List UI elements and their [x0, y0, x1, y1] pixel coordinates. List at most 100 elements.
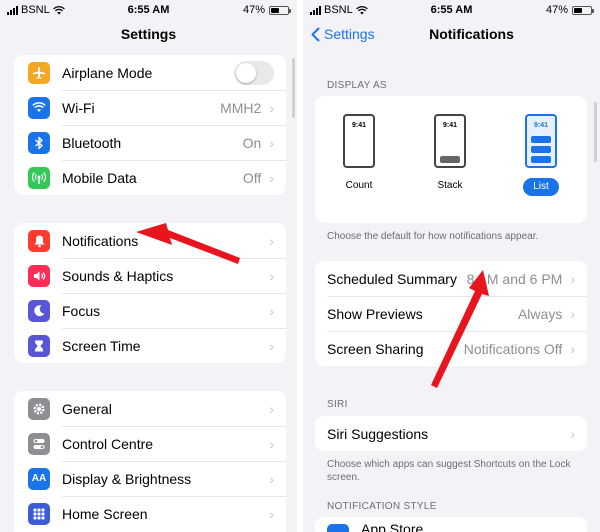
- chevron-right-icon: ›: [269, 435, 274, 452]
- battery-icon: [269, 5, 291, 15]
- row-label: Display & Brightness: [62, 470, 192, 487]
- siri-suggestions-row[interactable]: Siri Suggestions ›: [315, 416, 587, 451]
- siri-header: SIRI: [327, 399, 348, 410]
- notification-row-show-previews[interactable]: Show Previews Always ›: [315, 296, 587, 331]
- chevron-right-icon: ›: [570, 425, 575, 442]
- stack-notification-bar: [440, 156, 460, 163]
- row-label: Wi-Fi: [62, 99, 95, 116]
- pane-divider: [297, 0, 303, 532]
- notification-row-scheduled-summary[interactable]: Scheduled Summary 8 AM and 6 PM ›: [315, 261, 587, 296]
- chevron-right-icon: ›: [269, 470, 274, 487]
- antenna-icon: [28, 166, 50, 189]
- settings-row-notifications[interactable]: Notifications ›: [14, 223, 286, 258]
- phone-time: 9:41: [351, 122, 366, 129]
- row-label: Airplane Mode: [62, 64, 153, 81]
- notifications-screen: BSNL 6:55 AM 47% Settings Notifications …: [303, 0, 600, 532]
- row-label: General: [62, 400, 112, 417]
- airplane-mode-toggle[interactable]: [234, 60, 274, 85]
- row-label: Screen Sharing: [327, 340, 424, 357]
- chevron-right-icon: ›: [570, 270, 575, 287]
- settings-row-screen-time[interactable]: Screen Time ›: [14, 328, 286, 363]
- row-value: Always: [517, 305, 563, 322]
- row-label: Siri Suggestions: [327, 425, 429, 442]
- moon-icon: [28, 299, 50, 322]
- display-as-header: DISPLAY AS: [327, 80, 387, 91]
- option-label-count: Count: [345, 180, 373, 191]
- chevron-right-icon: ›: [269, 99, 274, 116]
- battery-indicator: 47%: [545, 4, 594, 16]
- battery-fill: [271, 7, 280, 13]
- general-group: General › Control Centre › AA Display & Brigh…: [14, 391, 286, 532]
- display-as-picker: 9:41 Count 9:41 Stack 9:41 List: [315, 96, 587, 223]
- settings-row-wi-fi[interactable]: Wi-Fi MMH2 ›: [14, 90, 286, 125]
- settings-row-focus[interactable]: Focus ›: [14, 293, 286, 328]
- list-phone-preview: 9:41: [525, 114, 557, 168]
- row-value: Off: [242, 169, 262, 186]
- airplane-icon: [28, 61, 50, 84]
- settings-row-general[interactable]: General ›: [14, 391, 286, 426]
- row-label: Scheduled Summary: [327, 270, 457, 287]
- option-label-stack: Stack: [437, 180, 463, 191]
- page-title: Notifications: [429, 26, 514, 42]
- phone-time: 9:41: [442, 122, 457, 129]
- chevron-right-icon: ›: [269, 267, 274, 284]
- row-label: Focus: [62, 302, 101, 319]
- row-label: Notifications: [62, 232, 139, 249]
- settings-screen: BSNL 6:55 AM 47% Settings Airplane Mode W…: [0, 0, 297, 532]
- switches-icon: [28, 432, 50, 455]
- battery-indicator: 47%: [243, 4, 291, 16]
- connectivity-group: Airplane Mode Wi-Fi MMH2 › Bluetooth On › Mobil…: [14, 55, 286, 195]
- row-value: 8 AM and 6 PM: [466, 270, 563, 287]
- list-notification-bar: [531, 136, 551, 143]
- chevron-left-icon: [311, 27, 320, 41]
- app-list-group: App Store: [315, 517, 587, 532]
- page-title: Settings: [120, 26, 177, 42]
- text-size-icon: AA: [28, 467, 50, 490]
- settings-row-home-screen[interactable]: Home Screen ›: [14, 496, 286, 531]
- siri-footnote: Choose which apps can suggest Shortcuts …: [327, 459, 571, 483]
- settings-row-mobile-data[interactable]: Mobile Data Off ›: [14, 160, 286, 195]
- app-row[interactable]: App Store: [315, 517, 587, 532]
- chevron-right-icon: ›: [570, 340, 575, 357]
- chevron-right-icon: ›: [269, 400, 274, 417]
- settings-row-control-centre[interactable]: Control Centre ›: [14, 426, 286, 461]
- chevron-right-icon: ›: [269, 232, 274, 249]
- row-label: Control Centre: [62, 435, 154, 452]
- grid-icon: [28, 502, 50, 525]
- hourglass-icon: [28, 334, 50, 357]
- battery-icon: [572, 5, 594, 15]
- row-label: Sounds & Haptics: [62, 267, 174, 284]
- list-notification-bar: [531, 146, 551, 153]
- display-footnote: Choose the default for how notifications…: [327, 231, 539, 242]
- chevron-right-icon: ›: [269, 337, 274, 354]
- chevron-right-icon: ›: [269, 302, 274, 319]
- status-bar: BSNL 6:55 AM 47%: [303, 0, 600, 20]
- chevron-right-icon: ›: [269, 169, 274, 186]
- row-label: Mobile Data: [62, 169, 137, 186]
- row-value: Notifications Off: [463, 340, 563, 357]
- scrollbar[interactable]: [594, 102, 597, 162]
- notification-style-header: NOTIFICATION STYLE: [327, 501, 437, 512]
- chevron-right-icon: ›: [269, 134, 274, 151]
- wifi-icon: [28, 96, 50, 119]
- stack-phone-preview: 9:41: [434, 114, 466, 168]
- row-value: MMH2: [220, 99, 262, 116]
- settings-row-display-and-brightness[interactable]: AA Display & Brightness ›: [14, 461, 286, 496]
- list-notification-bar: [531, 156, 551, 163]
- status-bar: BSNL 6:55 AM 47%: [0, 0, 297, 20]
- phone-time: 9:41: [533, 122, 548, 129]
- settings-row-sounds-and-haptics[interactable]: Sounds & Haptics ›: [14, 258, 286, 293]
- chevron-right-icon: ›: [570, 305, 575, 322]
- row-value: On: [242, 134, 262, 151]
- battery-percent: 47%: [545, 4, 568, 16]
- scrollbar[interactable]: [292, 58, 295, 118]
- row-label: Show Previews: [327, 305, 423, 322]
- settings-row-bluetooth[interactable]: Bluetooth On ›: [14, 125, 286, 160]
- settings-row-airplane-mode[interactable]: Airplane Mode: [14, 55, 286, 90]
- notification-row-screen-sharing[interactable]: Screen Sharing Notifications Off ›: [315, 331, 587, 366]
- speaker-icon: [28, 264, 50, 287]
- notifications-group: Notifications › Sounds & Haptics › Focus › Scr…: [14, 223, 286, 363]
- row-label: Bluetooth: [62, 134, 122, 151]
- summary-group: Scheduled Summary 8 AM and 6 PM › Show Prev…: [315, 261, 587, 366]
- bell-icon: [28, 229, 50, 252]
